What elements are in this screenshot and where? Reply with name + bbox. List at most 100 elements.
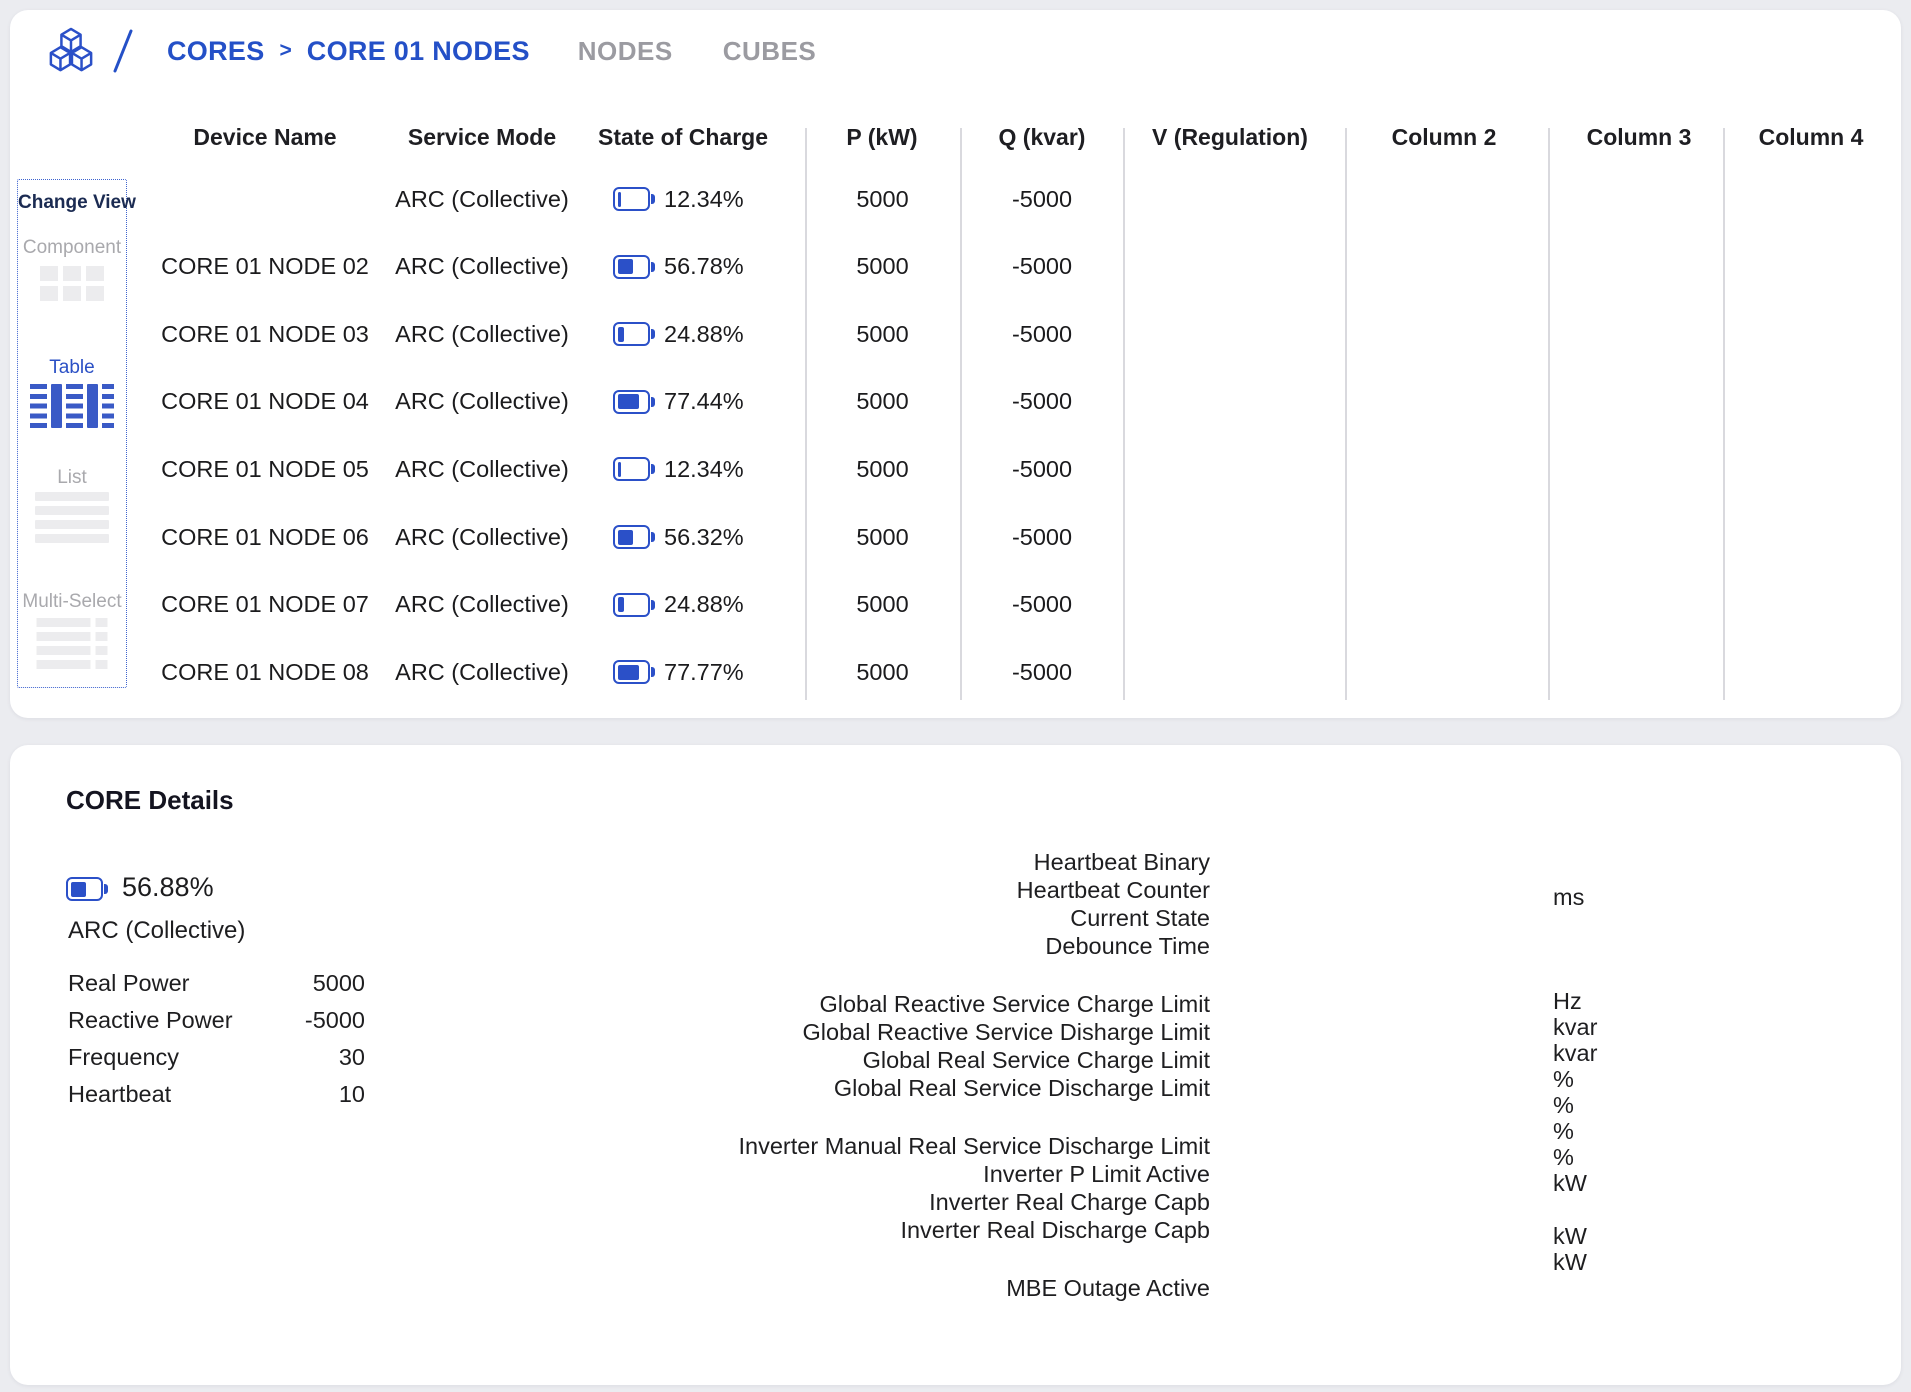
state-of-charge-cell: 12.34% xyxy=(613,179,813,219)
q-kvar-cell: -5000 xyxy=(960,247,1124,287)
details-field-labels: Heartbeat BinaryHeartbeat CounterCurrent… xyxy=(700,848,1210,1302)
detail-field-label: Inverter Manual Real Service Discharge L… xyxy=(700,1132,1210,1160)
view-option-component-label[interactable]: Component xyxy=(18,237,126,259)
param-row: Real Power5000 xyxy=(68,965,365,1002)
param-value: 30 xyxy=(339,1044,365,1071)
detail-field-label: Heartbeat Binary xyxy=(700,848,1210,876)
detail-field-label: Global Real Service Charge Limit xyxy=(700,1046,1210,1074)
field-label-group: Inverter Manual Real Service Discharge L… xyxy=(700,1132,1210,1244)
cubes-icon[interactable] xyxy=(48,27,94,75)
soc-value: 77.77% xyxy=(664,659,744,686)
unit-label: % xyxy=(1553,1118,1597,1144)
battery-fill xyxy=(618,259,634,274)
app-root: CORES > CORE 01 NODES NODES CUBES Device… xyxy=(0,0,1911,1392)
soc-value: 24.88% xyxy=(664,321,744,348)
battery-fill xyxy=(618,665,640,680)
component-grid-icon[interactable] xyxy=(40,266,104,301)
list-icon[interactable] xyxy=(35,492,109,543)
battery-icon xyxy=(613,660,650,684)
tab-cubes[interactable]: CUBES xyxy=(723,36,817,67)
battery-icon xyxy=(613,593,650,617)
column-header: State of Charge xyxy=(598,124,768,154)
q-kvar-cell: -5000 xyxy=(960,449,1124,489)
table-icon[interactable] xyxy=(30,384,114,428)
p-kw-cell: 5000 xyxy=(805,449,960,489)
detail-field-label: Global Real Service Discharge Limit xyxy=(700,1074,1210,1102)
soc-value: 77.44% xyxy=(664,388,744,415)
table-row[interactable]: CORE 01 NODE 06ARC (Collective)56.32%500… xyxy=(10,517,1901,557)
table-row[interactable]: CORE 01 NODE 05ARC (Collective)12.34%500… xyxy=(10,449,1901,489)
state-of-charge-cell: 56.32% xyxy=(613,517,813,557)
details-params-list: Real Power5000Reactive Power-5000 Frequen… xyxy=(68,965,365,1113)
details-unit-labels: msHzkvarkvar%%%%kWkWkW xyxy=(1553,884,1597,1275)
state-of-charge-cell: 56.78% xyxy=(613,247,813,287)
multi-select-icon[interactable] xyxy=(37,618,108,669)
service-mode-cell: ARC (Collective) xyxy=(370,585,594,625)
table-row[interactable]: CORE 01 NODE 07ARC (Collective)24.88%500… xyxy=(10,585,1901,625)
view-option-list-label[interactable]: List xyxy=(18,467,126,489)
service-mode-cell: ARC (Collective) xyxy=(370,652,594,692)
table-row[interactable]: CORE 01 NODE 08ARC (Collective)77.77%500… xyxy=(10,652,1901,692)
details-soc-value: 56.88% xyxy=(122,872,214,903)
table-row[interactable]: ARC (Collective) 12.34%5000-5000 xyxy=(10,179,1901,219)
device-name-cell: CORE 01 NODE 04 xyxy=(120,382,410,422)
detail-field-label: Debounce Time xyxy=(700,932,1210,960)
breadcrumb: CORES > CORE 01 NODES NODES CUBES xyxy=(48,22,816,80)
p-kw-cell: 5000 xyxy=(805,382,960,422)
service-mode-cell: ARC (Collective) xyxy=(370,314,594,354)
battery-fill xyxy=(618,327,625,342)
state-of-charge-cell: 24.88% xyxy=(613,585,813,625)
soc-value: 24.88% xyxy=(664,591,744,618)
battery-icon xyxy=(613,322,650,346)
param-label: Heartbeat xyxy=(68,1081,171,1108)
detail-field-label: Global Reactive Service Disharge Limit xyxy=(700,1018,1210,1046)
field-label-group: MBE Outage Active xyxy=(700,1274,1210,1302)
soc-value: 12.34% xyxy=(664,456,744,483)
column-header: Column 3 xyxy=(1587,124,1692,154)
column-header: Column 2 xyxy=(1392,124,1497,154)
state-of-charge-cell: 24.88% xyxy=(613,314,813,354)
column-header: Device Name xyxy=(193,124,336,154)
q-kvar-cell: -5000 xyxy=(960,314,1124,354)
q-kvar-cell: -5000 xyxy=(960,585,1124,625)
device-name-cell: CORE 01 NODE 07 xyxy=(120,585,410,625)
detail-field-label: Global Reactive Service Charge Limit xyxy=(700,990,1210,1018)
param-label: Frequency xyxy=(68,1044,179,1071)
p-kw-cell: 5000 xyxy=(805,179,960,219)
table-row[interactable]: CORE 01 NODE 02ARC (Collective)56.78%500… xyxy=(10,247,1901,287)
service-mode-cell: ARC (Collective) xyxy=(370,247,594,287)
service-mode-cell: ARC (Collective) xyxy=(370,449,594,489)
column-header: Service Mode xyxy=(408,124,556,154)
breadcrumb-chevron: > xyxy=(280,39,292,63)
detail-field-label: Heartbeat Counter xyxy=(700,876,1210,904)
view-option-table-label[interactable]: Table xyxy=(18,357,126,379)
unit-label: kW xyxy=(1553,1249,1597,1275)
battery-fill xyxy=(618,192,621,207)
tab-nodes[interactable]: NODES xyxy=(578,36,673,67)
field-label-group: Global Reactive Service Charge LimitGlob… xyxy=(700,990,1210,1102)
breadcrumb-item-cores[interactable]: CORES xyxy=(167,36,265,67)
state-of-charge-cell: 77.77% xyxy=(613,652,813,692)
param-row: Heartbeat 10 xyxy=(68,1076,365,1113)
slash-separator-icon xyxy=(110,27,136,75)
breadcrumb-item-core-01-nodes[interactable]: CORE 01 NODES xyxy=(307,36,530,67)
param-label: Real Power xyxy=(68,970,189,997)
q-kvar-cell: -5000 xyxy=(960,517,1124,557)
view-option-multi-select-label[interactable]: Multi-Select xyxy=(18,591,126,613)
q-kvar-cell: -5000 xyxy=(960,179,1124,219)
param-row: Reactive Power-5000 xyxy=(68,1002,365,1039)
table-row[interactable]: CORE 01 NODE 03ARC (Collective)24.88%500… xyxy=(10,314,1901,354)
nodes-table-card: CORES > CORE 01 NODES NODES CUBES Device… xyxy=(10,10,1901,718)
detail-field-label: MBE Outage Active xyxy=(700,1274,1210,1302)
unit-group: ms xyxy=(1553,884,1597,910)
service-mode-cell: ARC (Collective) xyxy=(370,179,594,219)
p-kw-cell: 5000 xyxy=(805,247,960,287)
device-name-cell xyxy=(120,179,410,219)
service-mode-cell: ARC (Collective) xyxy=(370,517,594,557)
table-row[interactable]: CORE 01 NODE 04ARC (Collective)77.44%500… xyxy=(10,382,1901,422)
details-service-mode: ARC (Collective) xyxy=(68,917,245,945)
state-of-charge-cell: 12.34% xyxy=(613,449,813,489)
battery-fill xyxy=(618,394,640,409)
param-value: 10 xyxy=(339,1081,365,1108)
detail-field-label: Inverter Real Discharge Capb xyxy=(700,1216,1210,1244)
